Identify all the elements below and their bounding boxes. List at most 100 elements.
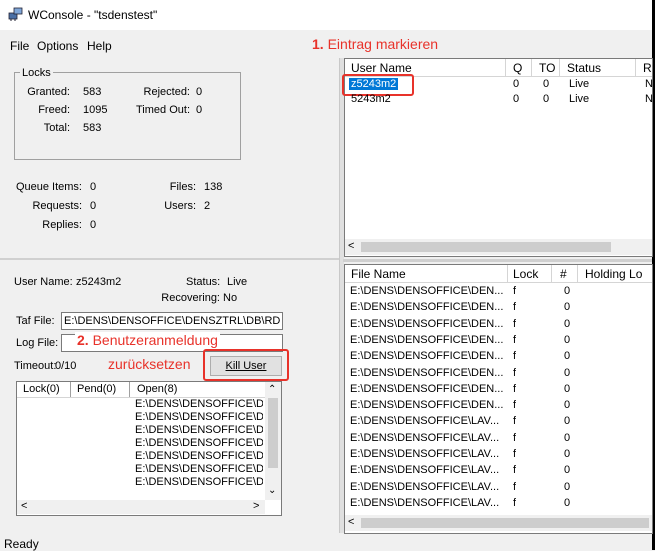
users-label: Users: [164, 200, 196, 212]
taf-file-value: E:\DENS\DENSOFFICE\DENSZTRL\DB\RD [64, 315, 281, 327]
table-row[interactable]: E:\DENS\DENSOFFICE\DEN... f 0 [345, 334, 652, 349]
annotation-step2-cont: zurücksetzen [108, 356, 191, 372]
file-name-cell: E:\DENS\DENSOFFICE\DEN... [350, 317, 504, 330]
scroll-up-icon[interactable]: ⌃ [268, 384, 276, 395]
table-row[interactable]: E:\DENS\DENSOFFICE\LAV... f 0 [345, 497, 652, 512]
col-r[interactable]: R [643, 61, 652, 75]
table-row[interactable]: E:\DENS\DENSOFFICE\DEN... f 0 [345, 367, 652, 382]
taf-file-field[interactable]: E:\DENS\DENSOFFICE\DENSZTRL\DB\RD [61, 312, 283, 330]
count-cell: 0 [564, 431, 571, 444]
col-divider[interactable] [70, 382, 71, 397]
col-count[interactable]: # [560, 267, 567, 281]
lock-list: Lock(0) Pend(0) Open(8) E:\DENS\DENSOFFI… [16, 381, 282, 516]
file-name-cell: E:\DENS\DENSOFFICE\DEN... [350, 285, 504, 297]
list-item[interactable]: E:\DENS\DENSOFFICE\D [135, 424, 263, 436]
col-user-name[interactable]: User Name [351, 61, 412, 75]
col-status[interactable]: Status [567, 61, 601, 75]
count-cell: 0 [564, 366, 571, 379]
file-name-cell: E:\DENS\DENSOFFICE\LAV... [350, 496, 500, 509]
highlight-kill-button [203, 349, 289, 381]
scroll-left-icon[interactable]: < [348, 516, 354, 528]
table-row[interactable]: E:\DENS\DENSOFFICE\LAV... f 0 [345, 415, 652, 430]
file-name-cell: E:\DENS\DENSOFFICE\DEN... [350, 382, 504, 395]
col-divider[interactable] [559, 59, 560, 76]
col-divider[interactable] [551, 265, 552, 282]
menu-options[interactable]: Options [37, 39, 78, 53]
table-row[interactable]: 5243m2 0 0 Live N [345, 93, 653, 107]
scroll-left-icon[interactable]: < [21, 500, 27, 512]
col-divider[interactable] [507, 265, 508, 282]
table-row[interactable]: E:\DENS\DENSOFFICE\DEN... f 0 [345, 383, 652, 398]
users-value: 2 [204, 200, 211, 212]
list-item[interactable]: E:\DENS\DENSOFFICE\D [135, 411, 263, 423]
table-row[interactable]: E:\DENS\DENSOFFICE\DEN... f 0 [345, 318, 652, 333]
col-file-name[interactable]: File Name [351, 267, 406, 281]
menu-help[interactable]: Help [87, 39, 112, 53]
scroll-left-icon[interactable]: < [348, 240, 354, 252]
files-hscrollbar[interactable]: < [345, 515, 652, 531]
count-cell: 0 [564, 480, 571, 493]
table-row[interactable]: E:\DENS\DENSOFFICE\DEN... f 0 [345, 350, 652, 365]
col-divider[interactable] [635, 59, 636, 76]
table-row[interactable]: E:\DENS\DENSOFFICE\LAV... f 0 [345, 448, 652, 463]
col-q[interactable]: Q [513, 61, 522, 75]
left-splitter[interactable] [0, 258, 339, 260]
lock-cell: f [513, 317, 517, 330]
list-item[interactable]: E:\DENS\DENSOFFICE\D [135, 398, 263, 410]
freed-value: 1095 [83, 104, 108, 116]
lock-list-hscrollbar[interactable]: < > [17, 500, 265, 514]
col-open[interactable]: Open(8) [137, 383, 177, 395]
recovering-value: No [223, 292, 238, 304]
col-to[interactable]: TO [539, 61, 555, 75]
right-splitter[interactable] [343, 259, 652, 262]
user-name-label: User Name: [14, 276, 73, 288]
lock-cell: f [513, 480, 517, 493]
col-divider[interactable] [505, 59, 506, 76]
freed-label: Freed: [38, 104, 70, 116]
lock-cell: f [513, 431, 517, 444]
queue-value: 0 [90, 181, 97, 193]
taf-file-label: Taf File: [16, 315, 55, 327]
col-pend[interactable]: Pend(0) [77, 383, 116, 395]
col-divider[interactable] [129, 382, 130, 397]
title-bar: WConsole - "tsdenstest" [0, 0, 655, 30]
col-lock[interactable]: Lock [513, 267, 538, 281]
menu-bar: File Options Help 1. Eintrag markieren [0, 30, 655, 58]
file-name-cell: E:\DENS\DENSOFFICE\DEN... [350, 399, 504, 412]
scrollbar-thumb[interactable] [361, 518, 649, 528]
col-holding[interactable]: Holding Lo [585, 267, 642, 281]
annotation-step1: 1. Eintrag markieren [312, 36, 439, 52]
lock-cell: f [513, 399, 517, 412]
table-row[interactable]: E:\DENS\DENSOFFICE\LAV... f 0 [345, 432, 652, 447]
menu-file[interactable]: File [10, 39, 29, 53]
table-row[interactable]: E:\DENS\DENSOFFICE\LAV... f 0 [345, 481, 652, 496]
file-name-cell: E:\DENS\DENSOFFICE\DEN... [350, 350, 504, 363]
lock-list-vscrollbar[interactable]: ⌃ ⌄ [265, 382, 281, 500]
list-item[interactable]: E:\DENS\DENSOFFICE\D [135, 476, 263, 488]
count-cell: 0 [564, 285, 571, 297]
count-cell: 0 [564, 464, 571, 477]
file-name-cell: E:\DENS\DENSOFFICE\LAV... [350, 480, 500, 493]
table-row[interactable]: E:\DENS\DENSOFFICE\DEN... f 0 [345, 399, 652, 414]
scroll-down-icon[interactable]: ⌄ [268, 485, 276, 496]
list-item[interactable]: E:\DENS\DENSOFFICE\D [135, 463, 263, 475]
table-row[interactable]: E:\DENS\DENSOFFICE\DEN... f 0 [345, 301, 652, 316]
status-bar: Ready [0, 535, 655, 551]
scroll-right-icon[interactable]: > [253, 500, 259, 512]
scrollbar-thumb[interactable] [361, 242, 611, 252]
list-item[interactable]: E:\DENS\DENSOFFICE\D [135, 450, 263, 462]
requests-value: 0 [90, 200, 97, 212]
file-name-cell: E:\DENS\DENSOFFICE\DEN... [350, 301, 504, 314]
table-row[interactable]: E:\DENS\DENSOFFICE\DEN... f 0 [345, 285, 652, 300]
file-name-cell: E:\DENS\DENSOFFICE\LAV... [350, 448, 500, 460]
user-name-cell[interactable]: 5243m2 [351, 93, 391, 105]
list-item[interactable]: E:\DENS\DENSOFFICE\D [135, 437, 263, 449]
table-row[interactable]: E:\DENS\DENSOFFICE\LAV... f 0 [345, 464, 652, 479]
col-divider[interactable] [531, 59, 532, 76]
users-hscrollbar[interactable]: < [345, 239, 652, 255]
col-divider[interactable] [577, 265, 578, 282]
col-lock[interactable]: Lock(0) [23, 383, 60, 395]
file-name-cell: E:\DENS\DENSOFFICE\DEN... [350, 333, 504, 346]
count-cell: 0 [564, 415, 571, 428]
scrollbar-thumb[interactable] [268, 398, 278, 468]
